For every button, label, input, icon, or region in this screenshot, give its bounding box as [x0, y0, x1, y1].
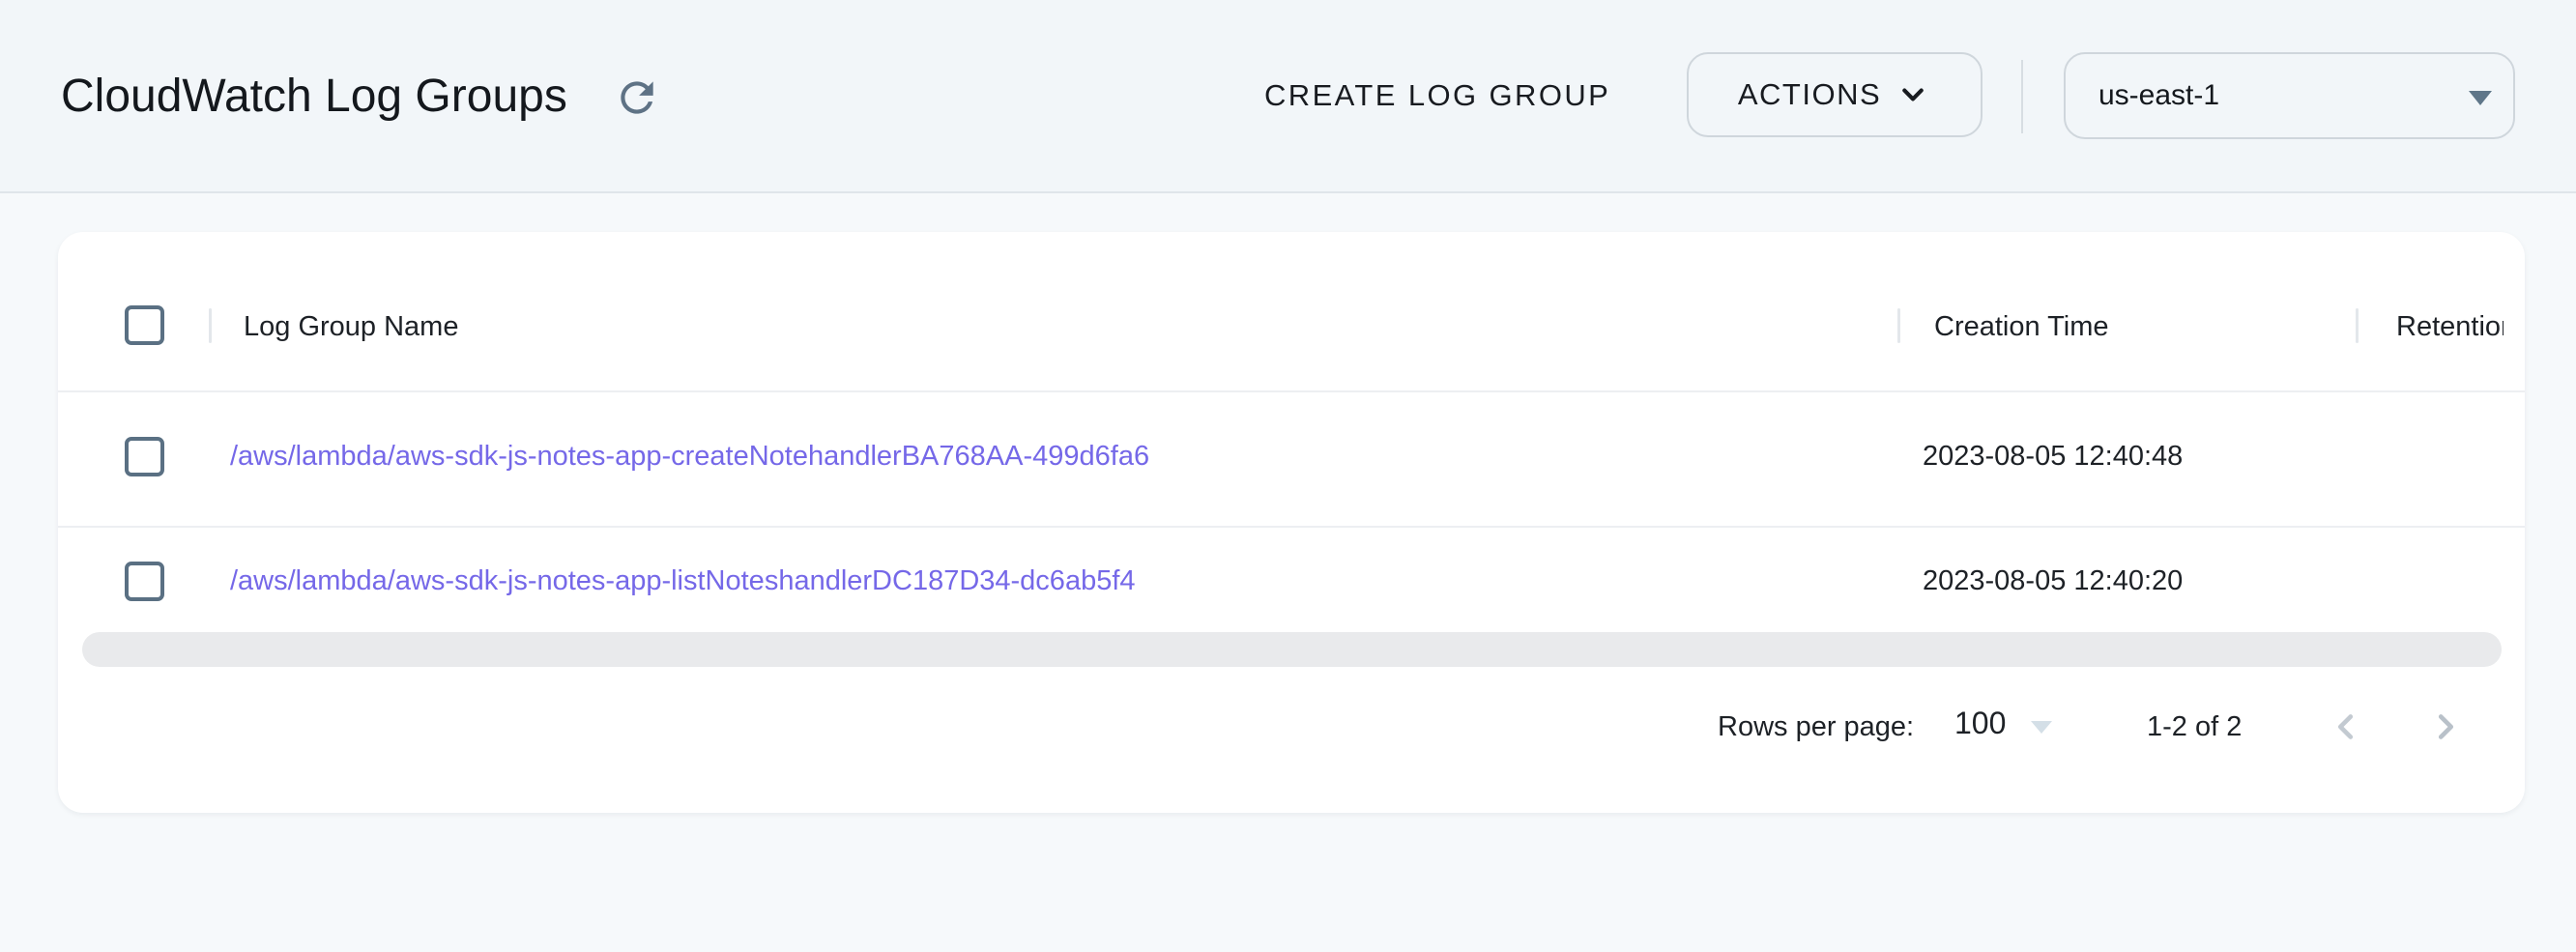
- row-divider: [58, 526, 2525, 528]
- column-header-retention[interactable]: Retention: [2396, 309, 2504, 344]
- select-all-checkbox[interactable]: [125, 305, 164, 345]
- header-row-divider: [58, 390, 2525, 392]
- row-checkbox[interactable]: [125, 562, 164, 601]
- pagination-range: 1-2 of 2: [2147, 709, 2242, 744]
- column-separator: [1897, 308, 1900, 343]
- chevron-down-icon: [1895, 76, 1931, 113]
- refresh-button[interactable]: [609, 70, 665, 126]
- region-select[interactable]: us-east-1: [2064, 52, 2515, 139]
- cloudwatch-log-groups-page: CloudWatch Log Groups CREATE LOG GROUP A…: [0, 0, 2576, 952]
- previous-page-button[interactable]: [2318, 699, 2374, 755]
- header-divider: [2021, 60, 2023, 133]
- region-select-value: us-east-1: [2098, 79, 2219, 112]
- data-grid: Log Group Name Creation Time Retention /…: [58, 232, 2504, 628]
- app-header: CloudWatch Log Groups CREATE LOG GROUP A…: [0, 0, 2576, 193]
- column-header-log-group-name[interactable]: Log Group Name: [244, 309, 458, 344]
- rows-per-page-select[interactable]: 100: [1949, 702, 2065, 752]
- log-group-link[interactable]: /aws/lambda/aws-sdk-js-notes-app-listNot…: [230, 563, 1136, 598]
- column-header-creation-time[interactable]: Creation Time: [1934, 309, 2109, 344]
- log-groups-card: Log Group Name Creation Time Retention /…: [58, 232, 2525, 813]
- creation-time-cell: 2023-08-05 12:40:48: [1923, 439, 2183, 474]
- chevron-left-icon: [2324, 705, 2368, 749]
- rows-per-page-value: 100: [1954, 704, 2006, 742]
- creation-time-cell: 2023-08-05 12:40:20: [1923, 563, 2183, 598]
- dropdown-caret-icon: [2469, 91, 2492, 105]
- dropdown-caret-icon: [2031, 721, 2052, 734]
- chevron-right-icon: [2423, 705, 2468, 749]
- column-separator: [2356, 308, 2359, 343]
- actions-button[interactable]: ACTIONS: [1687, 52, 1983, 137]
- horizontal-scrollbar[interactable]: [82, 632, 2502, 667]
- rows-per-page-label: Rows per page:: [1718, 709, 1914, 744]
- actions-button-label: ACTIONS: [1738, 77, 1881, 112]
- create-log-group-button[interactable]: CREATE LOG GROUP: [1264, 76, 1610, 115]
- next-page-button[interactable]: [2417, 699, 2474, 755]
- log-group-link[interactable]: /aws/lambda/aws-sdk-js-notes-app-createN…: [230, 439, 1149, 474]
- refresh-icon: [613, 73, 661, 122]
- page-title: CloudWatch Log Groups: [61, 69, 567, 125]
- column-separator: [209, 308, 212, 343]
- row-checkbox[interactable]: [125, 437, 164, 476]
